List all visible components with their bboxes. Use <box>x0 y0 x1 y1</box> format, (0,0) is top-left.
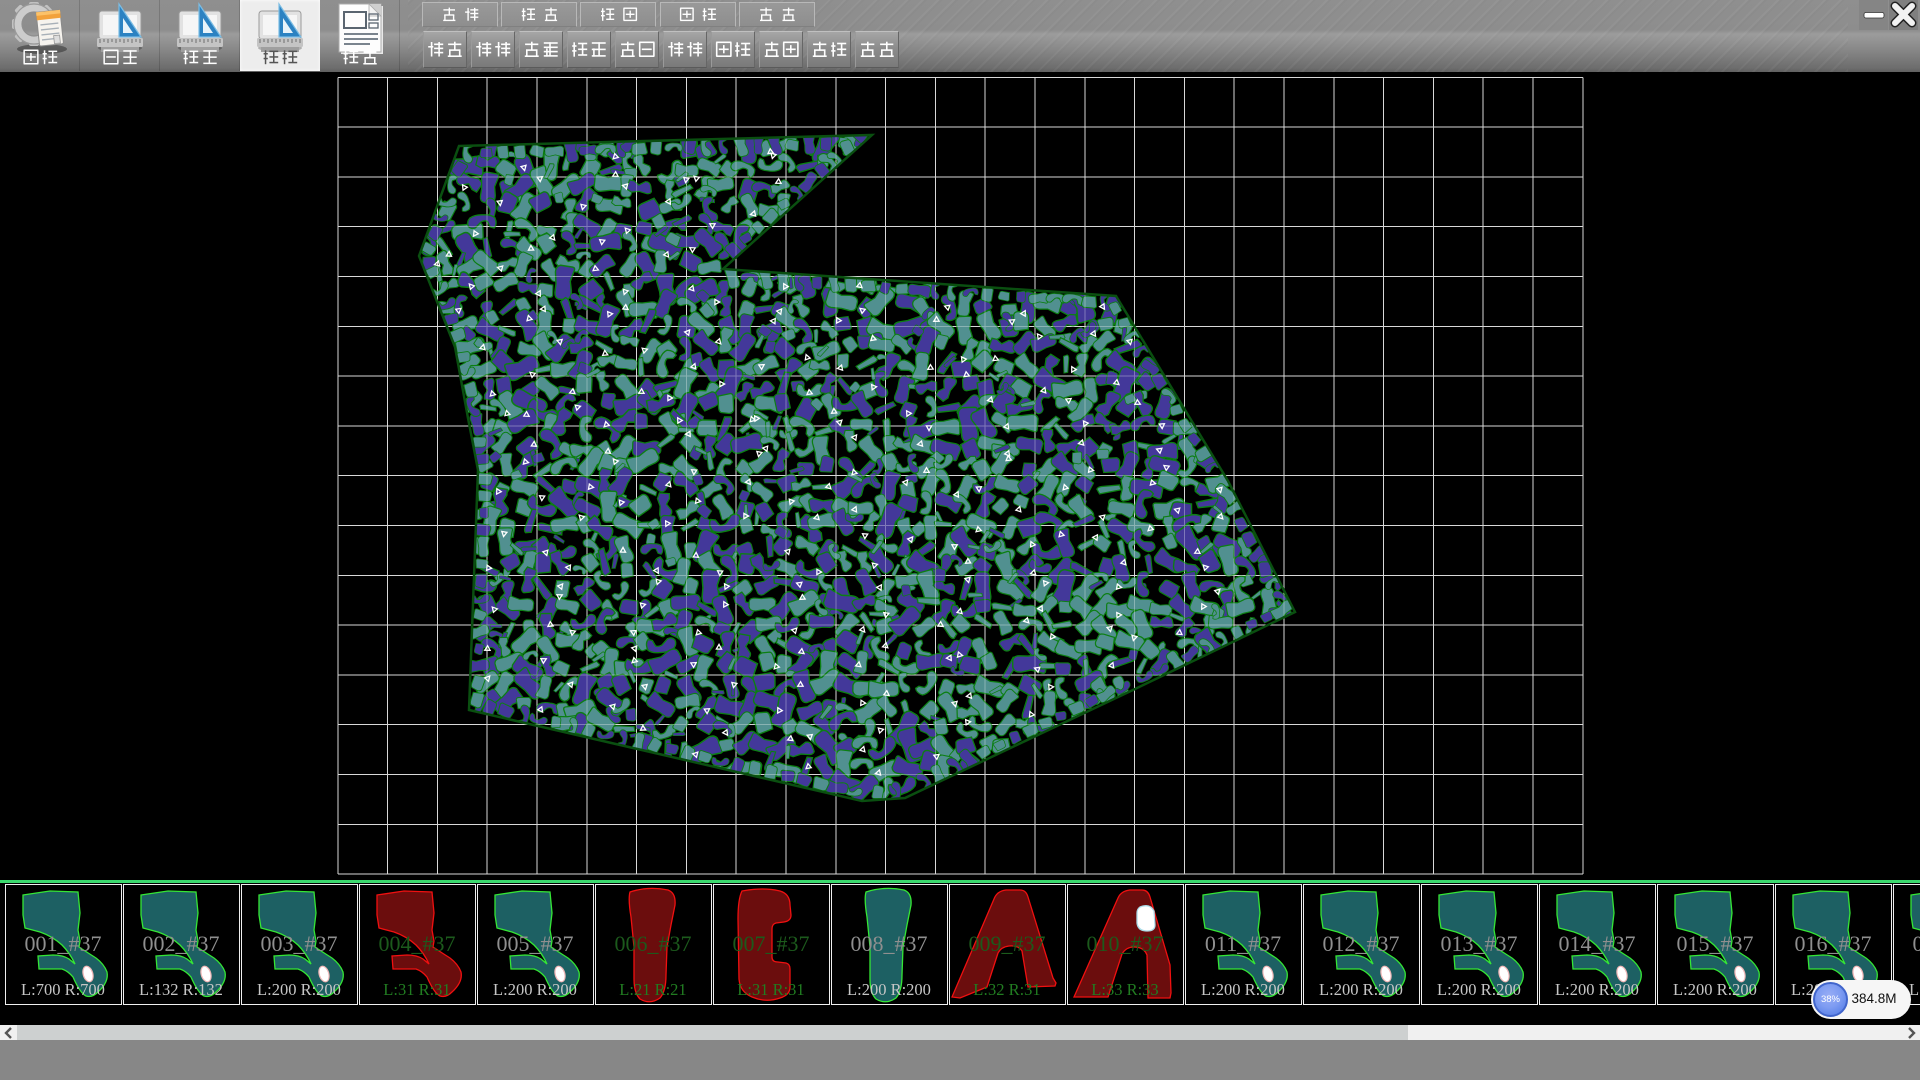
svg-text:L:21 R:21: L:21 R:21 <box>619 980 686 999</box>
svg-text:008_#37: 008_#37 <box>851 931 928 956</box>
svg-text:L:200 R:200: L:200 R:200 <box>1555 980 1639 999</box>
svg-text:L:200 R:200: L:200 R:200 <box>493 980 577 999</box>
svg-text:014_#37: 014_#37 <box>1559 931 1636 956</box>
svg-text:L:200 R:200: L:200 R:200 <box>1673 980 1757 999</box>
svg-text:002_#37: 002_#37 <box>143 931 220 956</box>
svg-text:012_#37: 012_#37 <box>1323 931 1400 956</box>
svg-text:006_#37: 006_#37 <box>615 931 692 956</box>
svg-text:L:200 R:200: L:200 R:200 <box>257 980 341 999</box>
svg-text:L:31 R:31: L:31 R:31 <box>737 980 804 999</box>
svg-text:L:31 R:31: L:31 R:31 <box>383 980 450 999</box>
svg-text:016_#37: 016_#37 <box>1795 931 1872 956</box>
svg-text:017_#37: 017_#37 <box>1913 931 1920 956</box>
svg-text:013_#37: 013_#37 <box>1441 931 1518 956</box>
svg-text:015_#37: 015_#37 <box>1677 931 1754 956</box>
svg-text:L:132 R:132: L:132 R:132 <box>139 980 223 999</box>
svg-text:L:200 R:200: L:200 R:200 <box>1437 980 1521 999</box>
svg-text:L:700 R:700: L:700 R:700 <box>21 980 105 999</box>
svg-text:009_#37: 009_#37 <box>969 931 1046 956</box>
svg-text:L:200 R:200: L:200 R:200 <box>1319 980 1403 999</box>
svg-text:L:32 R:31: L:32 R:31 <box>973 980 1040 999</box>
svg-text:L:200 R:200: L:200 R:200 <box>847 980 931 999</box>
svg-text:010_#37: 010_#37 <box>1087 931 1164 956</box>
svg-text:007_#37: 007_#37 <box>733 931 810 956</box>
svg-text:004_#37: 004_#37 <box>379 931 456 956</box>
svg-text:005_#37: 005_#37 <box>497 931 574 956</box>
svg-text:L:200 R:200: L:200 R:200 <box>1201 980 1285 999</box>
svg-text:L:33 R:33: L:33 R:33 <box>1091 980 1158 999</box>
svg-text:001_#37: 001_#37 <box>25 931 102 956</box>
svg-text:011_#37: 011_#37 <box>1205 931 1281 956</box>
svg-text:003_#37: 003_#37 <box>261 931 338 956</box>
